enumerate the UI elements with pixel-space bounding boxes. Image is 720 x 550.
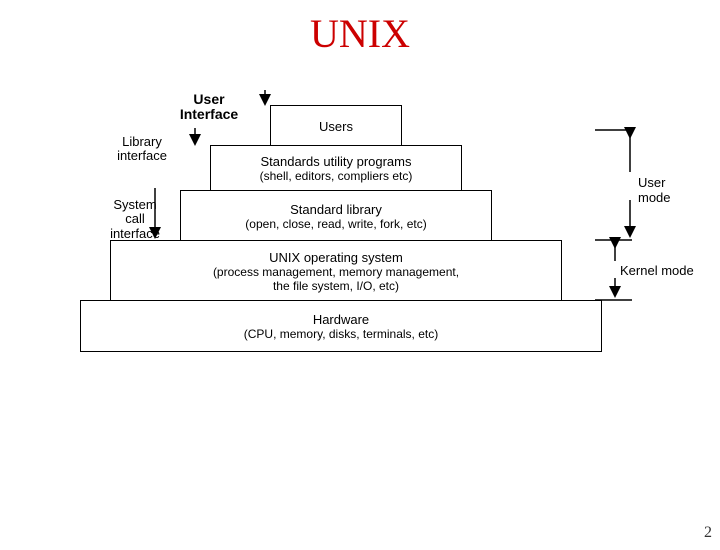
unix-architecture-diagram: User Interface Library interface System … [0, 80, 720, 430]
page-number: 2 [704, 524, 712, 542]
diagram-connectors [0, 80, 720, 430]
slide-title: UNIX [0, 10, 720, 57]
